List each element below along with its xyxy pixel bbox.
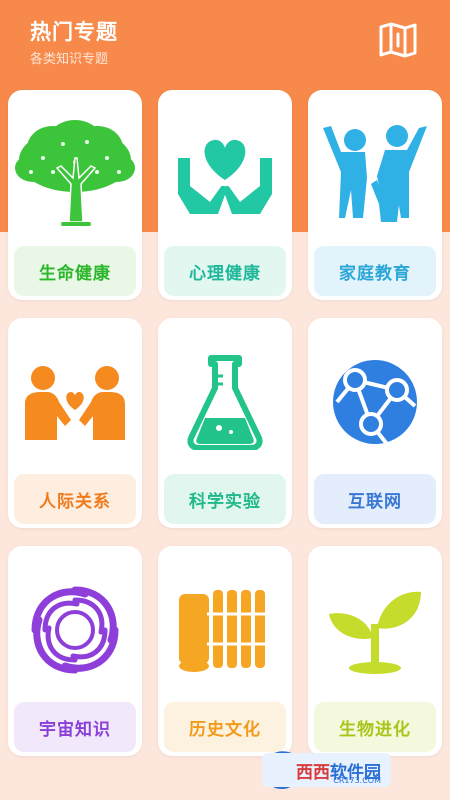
bamboo-scroll-icon [179,590,269,672]
topic-card-mental-health[interactable]: 心理健康 [158,90,292,300]
watermark-text-red: 西西 [296,762,330,783]
topic-grid: 生命健康 心理健康 家庭教育 人际关系 科学实验 互联网 宇宙知识 历史文化 生… [0,0,450,800]
two-people-heart-icon [25,366,125,440]
topic-label: 宇宙知识 [14,702,136,752]
topic-label: 互联网 [314,474,436,524]
topic-card-internet[interactable]: 互联网 [308,318,442,528]
topic-card-history-culture[interactable]: 历史文化 [158,546,292,756]
topic-card-life-health[interactable]: 生命健康 [8,90,142,300]
topic-label: 生物进化 [314,702,436,752]
topic-label: 心理健康 [164,246,286,296]
topic-card-universe-knowledge[interactable]: 宇宙知识 [8,546,142,756]
topic-label: 人际关系 [14,474,136,524]
topic-card-science-experiment[interactable]: 科学实验 [158,318,292,528]
watermark-url: CR173.COM [333,776,381,785]
tree-icon [15,120,135,226]
family-icon [323,125,427,222]
watermark-badge: 西西软件园 CR173.COM [262,753,391,787]
network-globe-icon [333,360,417,446]
site-watermark: 西西软件园 CR173.COM [262,748,442,792]
galaxy-swirl-icon [31,586,119,674]
flask-icon [187,355,263,450]
topic-label: 历史文化 [164,702,286,752]
topic-card-family-education[interactable]: 家庭教育 [308,90,442,300]
heart-hands-icon [178,139,272,214]
topic-label: 科学实验 [164,474,286,524]
topic-label: 生命健康 [14,246,136,296]
topic-label: 家庭教育 [314,246,436,296]
topic-card-biological-evolution[interactable]: 生物进化 [308,546,442,756]
topic-card-relationships[interactable]: 人际关系 [8,318,142,528]
sprout-icon [329,591,421,674]
